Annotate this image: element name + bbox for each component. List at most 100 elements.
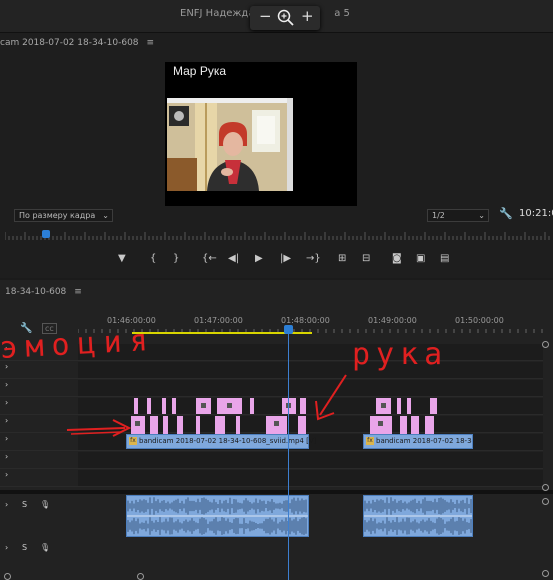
adjustment-clip[interactable]	[217, 398, 242, 414]
audio-clip[interactable]	[363, 495, 473, 537]
monitor-menu-icon[interactable]: ≡	[147, 38, 155, 48]
timeline-menu-icon[interactable]: ≡	[74, 287, 82, 297]
annotation-hand: рука	[352, 337, 448, 372]
annotation-hand-text: рука	[352, 337, 448, 372]
video-track[interactable]	[78, 380, 543, 397]
video-track-header: ›	[0, 380, 78, 397]
audio-waveform	[364, 497, 472, 535]
scroll-handle[interactable]	[542, 341, 549, 348]
track-arrow-icon[interactable]: ›	[5, 434, 8, 443]
ruler-label: 01:49:00:00	[368, 316, 417, 325]
fit-select-value: По размеру кадра	[19, 211, 96, 220]
timeline-sequence-name[interactable]: 18-34-10-608	[5, 287, 66, 297]
adjustment-clip[interactable]	[250, 398, 254, 414]
track-arrow-icon[interactable]: ›	[5, 470, 8, 479]
adjustment-clip[interactable]	[134, 398, 138, 414]
mark-in-button[interactable]: {	[150, 253, 156, 264]
video-overlay-title: Мар Рука	[173, 64, 227, 78]
track-arrow-icon[interactable]: ›	[5, 452, 8, 461]
zoom-plus-button[interactable]: +	[301, 7, 314, 25]
video-track[interactable]	[78, 416, 543, 433]
adjustment-clip[interactable]	[147, 398, 151, 414]
scroll-handle[interactable]	[4, 573, 11, 580]
adjustment-clip[interactable]	[370, 416, 392, 434]
video-clip[interactable]: fx bandicam 2018-07-02 18-34	[363, 434, 473, 449]
insert-button[interactable]: ▣	[416, 253, 425, 264]
adjustment-clip[interactable]	[196, 416, 200, 434]
add-marker-button[interactable]: ▼	[118, 253, 126, 264]
timeline-header: 18-34-10-608 ≡	[5, 287, 82, 297]
solo-toggle[interactable]: S	[22, 543, 27, 552]
track-arrow-icon[interactable]: ›	[5, 398, 8, 407]
annotation-arrow-right	[66, 419, 132, 437]
resolution-select[interactable]: 1/2 ⌄	[427, 209, 489, 222]
webcam-image	[167, 98, 293, 191]
adjustment-clip[interactable]	[407, 398, 411, 414]
adjustment-clip[interactable]	[376, 398, 391, 414]
clip-icon	[227, 403, 232, 408]
go-to-out-button[interactable]: →}	[306, 253, 321, 264]
play-button[interactable]: ▶	[255, 253, 263, 264]
overwrite-button[interactable]: ▤	[440, 253, 449, 264]
adjustment-clip[interactable]	[162, 398, 166, 414]
track-arrow-icon[interactable]: ›	[5, 500, 8, 509]
track-arrow-icon[interactable]: ›	[5, 543, 8, 552]
monitor-playhead[interactable]	[42, 230, 50, 238]
monitor-mini-ruler[interactable]	[5, 230, 553, 242]
solo-toggle[interactable]: S	[22, 500, 27, 509]
adjustment-clip[interactable]	[411, 416, 419, 434]
wrench-icon[interactable]: 🔧	[499, 207, 513, 220]
video-track[interactable]	[78, 452, 543, 469]
timeline-playhead[interactable]	[284, 325, 293, 334]
adjustment-clip[interactable]	[266, 416, 287, 434]
ruler-label: 01:50:00:00	[455, 316, 504, 325]
step-back-button[interactable]: ◀|	[228, 253, 239, 264]
monitor-sequence-name[interactable]: cam 2018-07-02 18-34-10-608	[0, 38, 139, 48]
fit-select[interactable]: По размеру кадра ⌄	[14, 209, 113, 222]
timeline-playhead-line[interactable]	[288, 334, 289, 580]
adjustment-clip[interactable]	[282, 398, 296, 414]
transport-controls: ▼ {} {← ◀| ▶ |▶ →} ⊞ ⊟ ◙ ▣ ▤	[110, 253, 470, 273]
scroll-handle[interactable]	[137, 573, 144, 580]
scroll-handle[interactable]	[542, 570, 549, 577]
adjustment-clip[interactable]	[177, 416, 183, 434]
adjustment-clip[interactable]	[163, 416, 168, 434]
video-track[interactable]	[78, 470, 543, 487]
adjustment-clip[interactable]	[172, 398, 176, 414]
adjustment-clip[interactable]	[300, 398, 306, 414]
audio-clip[interactable]	[126, 495, 309, 537]
video-clip[interactable]: fx bandicam 2018-07-02 18-34-10-608_svii…	[126, 434, 316, 449]
adjustment-clip[interactable]	[430, 398, 437, 414]
extract-button[interactable]: ⊟	[362, 253, 370, 264]
timecode[interactable]: 10:21:0	[519, 208, 553, 219]
chevron-down-icon: ⌄	[102, 211, 109, 220]
go-to-in-button[interactable]: {←	[202, 253, 217, 264]
annotation-emotions-text: эмоция	[0, 323, 157, 366]
adjustment-clip[interactable]	[236, 416, 240, 434]
adjustment-clip[interactable]	[397, 398, 401, 414]
zoom-out-button[interactable]: −	[259, 7, 272, 25]
adjustment-clip[interactable]	[196, 398, 211, 414]
track-arrow-icon[interactable]: ›	[5, 416, 8, 425]
track-arrow-icon[interactable]: ›	[5, 380, 8, 389]
scroll-handle[interactable]	[542, 498, 549, 505]
ruler-label: 01:48:00:00	[281, 316, 330, 325]
adjustment-clip[interactable]	[150, 416, 158, 434]
export-frame-button[interactable]: ◙	[392, 253, 402, 264]
adjustment-clip[interactable]	[400, 416, 407, 434]
video-track-header: ›	[0, 470, 78, 487]
step-forward-button[interactable]: |▶	[280, 253, 291, 264]
track-divider[interactable]	[0, 490, 553, 494]
scroll-handle[interactable]	[542, 484, 549, 491]
mic-icon[interactable]: 🎙	[40, 543, 50, 552]
zoom-in-icon[interactable]	[277, 9, 294, 30]
lift-button[interactable]: ⊞	[338, 253, 346, 264]
adjustment-clip[interactable]	[298, 416, 306, 434]
mic-icon[interactable]: 🎙	[40, 500, 50, 509]
clip-icon	[135, 421, 140, 426]
clip-icon	[378, 421, 383, 426]
clip-icon	[274, 421, 279, 426]
adjustment-clip[interactable]	[215, 416, 225, 434]
adjustment-clip[interactable]	[425, 416, 434, 434]
mark-out-button[interactable]: }	[173, 253, 179, 264]
